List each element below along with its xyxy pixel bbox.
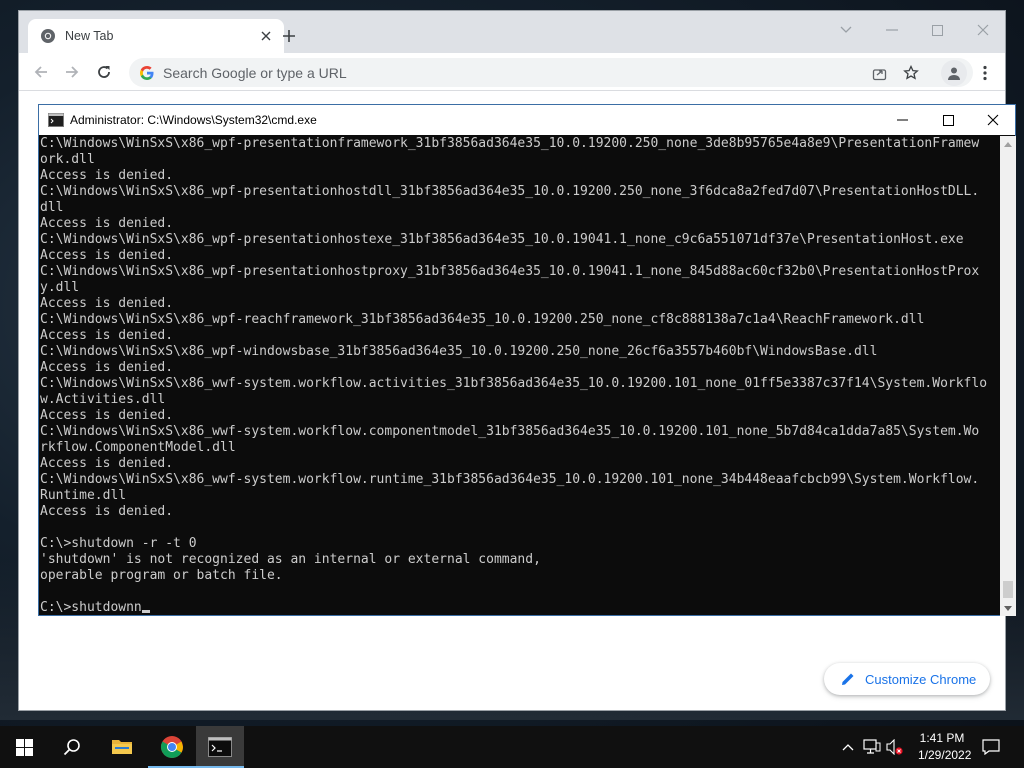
console-line: C:\>shutdown -r -t 0: [40, 536, 197, 551]
pencil-icon: [842, 673, 854, 685]
clock-date: 1/29/2022: [918, 748, 972, 762]
terminal-icon: [48, 113, 64, 127]
omnibox[interactable]: Search Google or type a URL: [129, 58, 973, 87]
console-line: C:\Windows\WinSxS\x86_wpf-presentationfr…: [40, 136, 980, 151]
console-line: Access is denied.: [40, 504, 174, 519]
kebab-menu-icon[interactable]: [975, 60, 995, 86]
arrow-right-icon[interactable]: [59, 59, 85, 85]
console-line: C:\Windows\WinSxS\x86_wpf-reachframework…: [40, 312, 925, 327]
console-line: C:\Windows\WinSxS\x86_wpf-presentationho…: [40, 264, 980, 279]
console-line: C:\Windows\WinSxS\x86_wpf-windowsbase_31…: [40, 344, 878, 359]
console-line: 'shutdown' is not recognized as an inter…: [40, 552, 541, 567]
notification-icon[interactable]: [981, 737, 1001, 757]
console-line: rkflow.ComponentModel.dll: [40, 440, 236, 455]
console-line: y.dll: [40, 280, 80, 295]
console-line: dll: [40, 200, 64, 215]
scroll-up-icon[interactable]: [1000, 136, 1016, 152]
browser-toolbar: Search Google or type a URL: [19, 53, 1005, 91]
maximize-icon[interactable]: [922, 17, 952, 43]
clock-time: 1:41 PM: [919, 731, 965, 745]
customize-chrome-label: Customize Chrome: [865, 671, 977, 687]
console-line: operable program or batch file.: [40, 568, 283, 583]
prompt-text: C:\>shutdownn: [40, 600, 142, 615]
close-window-icon[interactable]: [968, 17, 998, 43]
search-icon[interactable]: [48, 726, 96, 768]
taskbar: 1:41 PM 1/29/2022: [0, 726, 1024, 768]
plus-icon[interactable]: [278, 25, 300, 47]
console-line: C:\Windows\WinSxS\x86_wwf-system.workflo…: [40, 424, 980, 439]
reload-icon[interactable]: [91, 59, 117, 85]
console-line: Access is denied.: [40, 328, 174, 343]
minimize-icon[interactable]: [877, 17, 907, 43]
console-line: C:\Windows\WinSxS\x86_wpf-presentationho…: [40, 184, 980, 199]
chevron-down-icon[interactable]: [831, 17, 861, 43]
prompt-line[interactable]: C:\>shutdownn: [40, 600, 1000, 616]
console-line: Access is denied.: [40, 296, 174, 311]
console-line: Access is denied.: [40, 248, 174, 263]
text-cursor: [141, 610, 150, 613]
console-line: C:\Windows\WinSxS\x86_wwf-system.workflo…: [40, 472, 980, 487]
console-line: Access is denied.: [40, 408, 174, 423]
maximize-icon[interactable]: [925, 105, 971, 135]
tab-strip: New Tab: [19, 11, 1005, 53]
console-line: ork.dll: [40, 152, 95, 167]
console-line: C:\Windows\WinSxS\x86_wwf-system.workflo…: [40, 376, 988, 391]
console-line: Runtime.dll: [40, 488, 127, 503]
system-clock[interactable]: 1:41 PM 1/29/2022: [918, 730, 972, 764]
share-icon[interactable]: [869, 63, 889, 83]
close-window-icon[interactable]: [970, 105, 1016, 135]
terminal-icon[interactable]: [196, 726, 244, 768]
tab-new-tab[interactable]: New Tab: [28, 19, 284, 53]
console-line: w.Activities.dll: [40, 392, 166, 407]
omnibox-placeholder: Search Google or type a URL: [163, 64, 347, 81]
console-line: Access is denied.: [40, 168, 174, 183]
console-output[interactable]: C:\Windows\WinSxS\x86_wpf-presentationfr…: [39, 136, 1000, 616]
network-icon[interactable]: [862, 737, 882, 757]
minimize-icon[interactable]: [879, 105, 925, 135]
cmd-window: Administrator: C:\Windows\System32\cmd.e…: [38, 104, 1016, 616]
scroll-down-icon[interactable]: [1000, 600, 1016, 616]
person-icon[interactable]: [941, 60, 967, 86]
chevron-up-icon[interactable]: [838, 737, 858, 757]
console-line: Access is denied.: [40, 456, 174, 471]
vertical-scrollbar[interactable]: [1000, 136, 1016, 616]
windows-logo-icon[interactable]: [0, 726, 48, 768]
close-tab-icon[interactable]: [258, 28, 274, 44]
console-line: Access is denied.: [40, 360, 174, 375]
chrome-icon[interactable]: [148, 726, 196, 768]
folder-icon[interactable]: [98, 726, 146, 768]
google-g-icon: [140, 65, 154, 80]
cmd-title-bar[interactable]: Administrator: C:\Windows\System32\cmd.e…: [39, 105, 1015, 135]
tab-title: New Tab: [65, 29, 114, 43]
volume-muted-icon[interactable]: [885, 737, 905, 757]
arrow-left-icon[interactable]: [28, 59, 54, 85]
cmd-title: Administrator: C:\Windows\System32\cmd.e…: [70, 113, 317, 127]
star-icon[interactable]: [901, 63, 921, 83]
console-line: C:\Windows\WinSxS\x86_wpf-presentationho…: [40, 232, 964, 247]
chrome-icon: [41, 29, 55, 43]
console-line: Access is denied.: [40, 216, 174, 231]
scrollbar-thumb[interactable]: [1003, 581, 1013, 598]
customize-chrome-button[interactable]: Customize Chrome: [824, 663, 990, 695]
